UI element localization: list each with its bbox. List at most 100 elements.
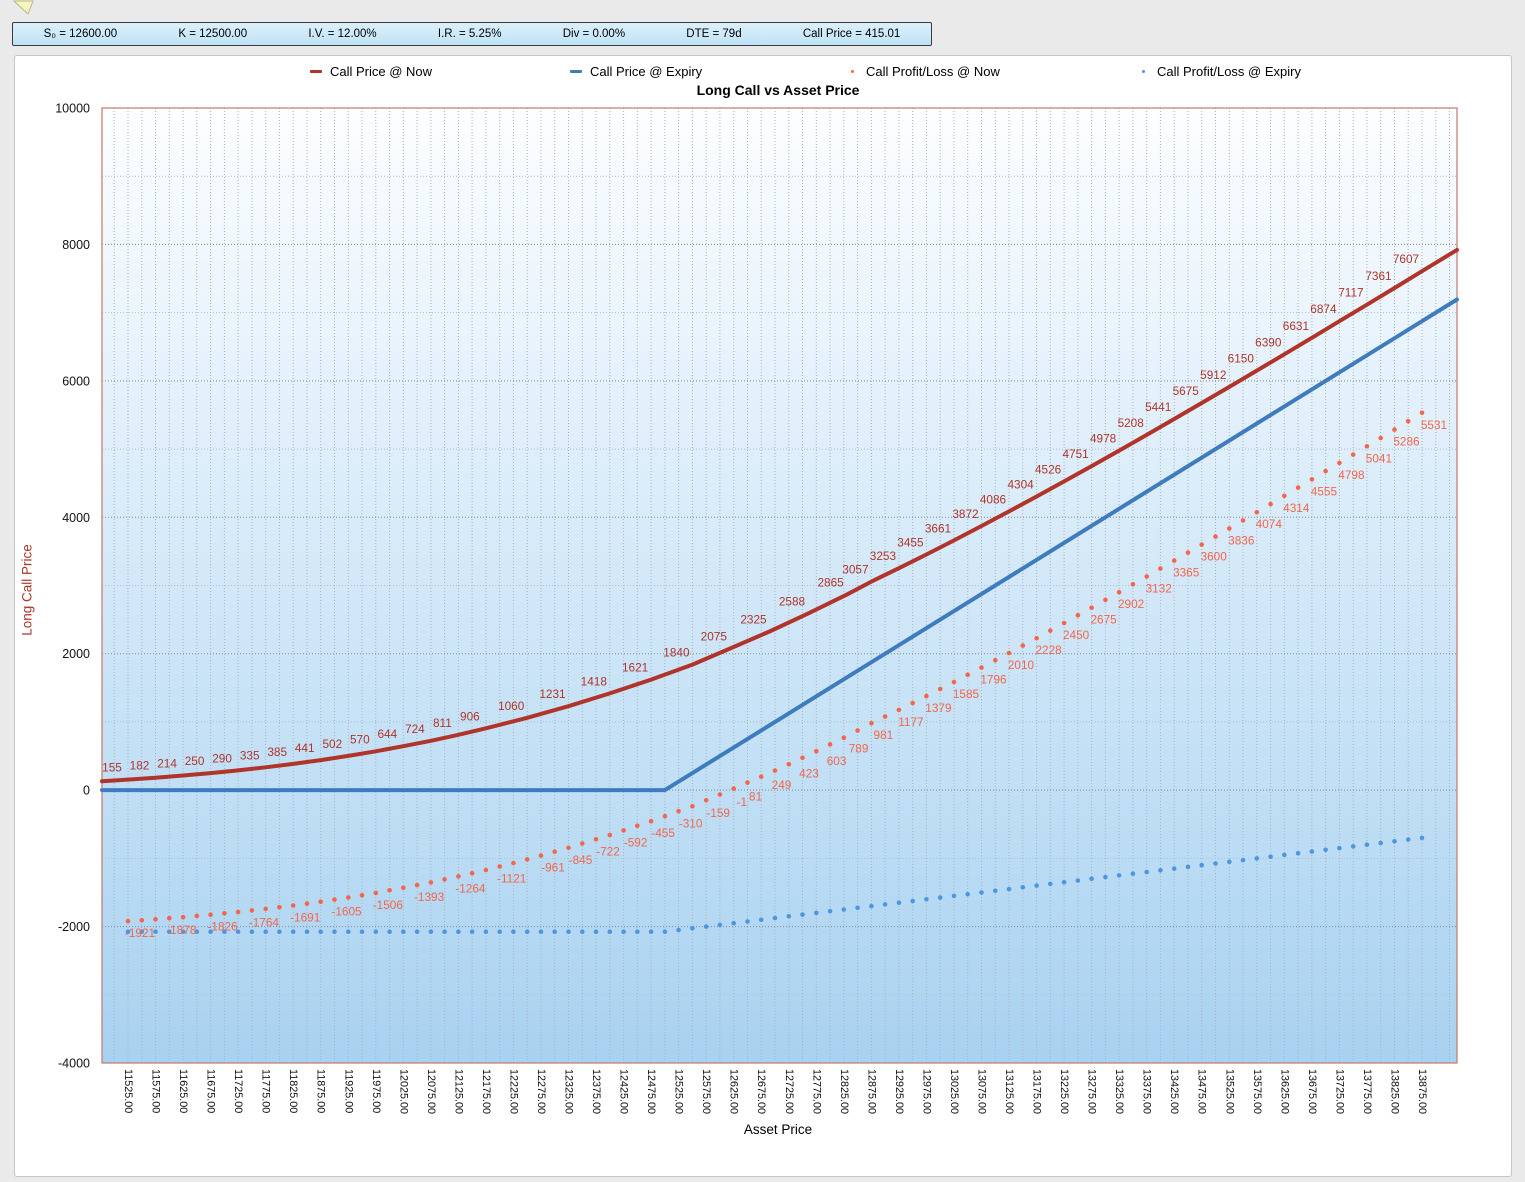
point-label: 335 bbox=[240, 748, 260, 762]
x-tick-label: 13625.00 bbox=[1278, 1069, 1290, 1114]
x-tick-label: 12975.00 bbox=[920, 1069, 932, 1114]
point-label: 3836 bbox=[1228, 534, 1255, 548]
page: S₀ = 12600.00 K = 12500.00 I.V. = 12.00%… bbox=[0, 0, 1525, 1182]
point-label: -159 bbox=[706, 806, 730, 820]
point-label: 4086 bbox=[980, 492, 1007, 506]
point-label: 2075 bbox=[701, 630, 728, 644]
x-tick-label: 11725.00 bbox=[232, 1069, 244, 1113]
y-tick-label: -4000 bbox=[58, 1057, 90, 1071]
point-label: 811 bbox=[433, 716, 452, 730]
x-tick-label: 12275.00 bbox=[535, 1069, 547, 1114]
plot-area[interactable]: 1551822142502903353854415025706447248119… bbox=[0, 0, 1525, 1182]
x-tick-label: 13525.00 bbox=[1223, 1069, 1235, 1114]
x-tick-label: 12725.00 bbox=[783, 1069, 795, 1114]
x-tick-label: 13875.00 bbox=[1416, 1069, 1428, 1114]
x-tick-label: 13175.00 bbox=[1031, 1069, 1043, 1114]
point-label: 249 bbox=[772, 778, 792, 792]
point-label: 4074 bbox=[1256, 517, 1283, 531]
point-label: 290 bbox=[212, 751, 232, 765]
x-tick-label: 12925.00 bbox=[893, 1069, 905, 1114]
point-label: -1605 bbox=[331, 905, 362, 919]
x-tick-label: 13075.00 bbox=[976, 1069, 988, 1114]
y-axis-tick-labels: -4000-20000200040006000800010000 bbox=[55, 102, 90, 1071]
point-label: -310 bbox=[679, 816, 703, 830]
point-label: 7117 bbox=[1338, 286, 1363, 300]
point-label: 6874 bbox=[1310, 302, 1337, 316]
x-tick-label: 13575.00 bbox=[1251, 1069, 1263, 1114]
x-tick-label: 13675.00 bbox=[1306, 1069, 1318, 1114]
y-tick-label: 6000 bbox=[62, 374, 90, 388]
point-label: 724 bbox=[405, 722, 425, 736]
x-tick-label: 12825.00 bbox=[838, 1069, 850, 1114]
x-tick-label: 11675.00 bbox=[205, 1069, 217, 1113]
x-tick-label: 13375.00 bbox=[1141, 1069, 1153, 1114]
point-label: -1691 bbox=[290, 911, 320, 925]
point-label: 1231 bbox=[539, 687, 565, 701]
point-label: 1379 bbox=[925, 701, 951, 715]
x-tick-label: 11625.00 bbox=[177, 1069, 189, 1113]
point-label: 906 bbox=[460, 709, 480, 723]
point-label: 1418 bbox=[581, 674, 608, 688]
x-tick-label: 13325.00 bbox=[1113, 1069, 1125, 1114]
x-tick-label: 11975.00 bbox=[370, 1069, 382, 1113]
x-tick-label: 12025.00 bbox=[397, 1069, 409, 1114]
point-label: -1826 bbox=[208, 920, 239, 934]
point-label: 2588 bbox=[779, 595, 806, 609]
point-label: -1 bbox=[737, 795, 748, 809]
point-label: -1264 bbox=[455, 881, 486, 895]
point-label: -1878 bbox=[166, 923, 197, 937]
point-label: 2450 bbox=[1063, 628, 1090, 642]
point-label: 5675 bbox=[1173, 384, 1200, 398]
point-label: 1177 bbox=[898, 715, 923, 729]
point-label: -1506 bbox=[373, 898, 404, 912]
x-tick-label: 11575.00 bbox=[150, 1069, 162, 1113]
x-tick-label: 11925.00 bbox=[342, 1069, 354, 1113]
point-label: 4314 bbox=[1283, 501, 1310, 515]
point-label: 4526 bbox=[1035, 462, 1062, 476]
x-tick-label: 13225.00 bbox=[1058, 1069, 1070, 1114]
point-label: 981 bbox=[874, 728, 894, 742]
point-label: -722 bbox=[596, 844, 620, 858]
x-tick-label: 12375.00 bbox=[590, 1069, 602, 1114]
point-label: 1585 bbox=[953, 687, 980, 701]
point-label: 155 bbox=[102, 761, 122, 775]
x-tick-label: 12575.00 bbox=[700, 1069, 712, 1114]
x-tick-label: 12875.00 bbox=[865, 1069, 877, 1114]
point-label: 385 bbox=[267, 745, 287, 759]
point-label: 4304 bbox=[1007, 478, 1034, 492]
point-label: 6150 bbox=[1228, 352, 1255, 366]
x-tick-label: 13425.00 bbox=[1168, 1069, 1180, 1114]
point-label: 250 bbox=[185, 754, 205, 768]
point-label: -1393 bbox=[414, 890, 445, 904]
point-label: 81 bbox=[749, 790, 762, 804]
point-label: 4798 bbox=[1338, 468, 1365, 482]
point-label: 2675 bbox=[1090, 613, 1117, 627]
x-axis-tick-labels: 11525.0011575.0011625.0011675.0011725.00… bbox=[122, 1069, 1428, 1114]
x-tick-label: 11875.00 bbox=[315, 1069, 327, 1113]
point-label: 3600 bbox=[1201, 550, 1228, 564]
point-label: 5441 bbox=[1145, 400, 1171, 414]
x-tick-label: 13725.00 bbox=[1333, 1069, 1345, 1114]
point-label: 570 bbox=[350, 732, 370, 746]
x-tick-label: 12475.00 bbox=[645, 1069, 657, 1114]
point-label: 3872 bbox=[952, 507, 978, 521]
x-tick-label: 13275.00 bbox=[1086, 1069, 1098, 1114]
point-label: 3253 bbox=[870, 549, 897, 563]
point-label: 5912 bbox=[1200, 368, 1226, 382]
y-tick-label: 8000 bbox=[62, 238, 90, 252]
x-tick-label: 12625.00 bbox=[728, 1069, 740, 1114]
x-tick-label: 12225.00 bbox=[507, 1069, 519, 1114]
x-tick-label: 13125.00 bbox=[1003, 1069, 1015, 1114]
point-label: 2325 bbox=[740, 613, 767, 627]
point-label: 2902 bbox=[1118, 597, 1144, 611]
x-tick-label: 12325.00 bbox=[563, 1069, 575, 1114]
point-label: 644 bbox=[377, 727, 397, 741]
point-label: 789 bbox=[849, 741, 869, 755]
point-label: 2010 bbox=[1008, 658, 1035, 672]
point-label: -1121 bbox=[497, 872, 526, 886]
point-label: 3057 bbox=[842, 563, 868, 577]
y-tick-label: -2000 bbox=[58, 920, 90, 934]
point-label: 441 bbox=[295, 741, 315, 755]
y-tick-label: 0 bbox=[83, 784, 90, 798]
point-label: -455 bbox=[651, 826, 675, 840]
